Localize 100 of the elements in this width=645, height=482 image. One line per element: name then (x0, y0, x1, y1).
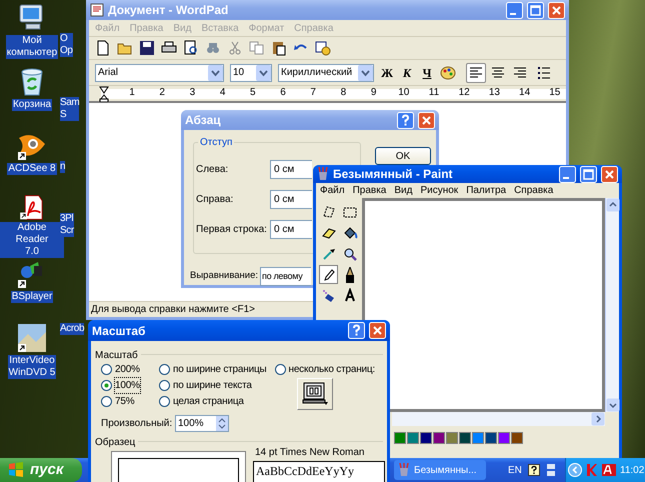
icon-label[interactable]: InterVideo WinDVD 5 (8, 355, 56, 379)
scissors-icon[interactable] (227, 40, 243, 56)
icon-label[interactable]: Sam S (60, 97, 80, 121)
scroll-up-icon[interactable] (606, 198, 620, 212)
align-left-icon (468, 64, 484, 80)
color-swatch[interactable] (472, 432, 484, 444)
binoculars-icon[interactable] (205, 40, 221, 56)
minimize-icon[interactable] (559, 166, 576, 183)
field-label: Справа: (196, 193, 234, 207)
ruler-number: 1 (129, 87, 135, 99)
menu-item[interactable]: Рисунок (420, 183, 458, 198)
color-swatch[interactable] (446, 432, 458, 444)
icon-label[interactable]: О Ор (60, 33, 73, 57)
picture-icon[interactable] (16, 322, 48, 354)
color-swatch[interactable] (511, 432, 523, 444)
field-label: Первая строка: (196, 223, 268, 237)
windows-logo-icon (8, 462, 24, 478)
monitor-icon (302, 382, 328, 406)
format-button[interactable]: Ж (380, 66, 394, 78)
ruler-number: 3 (190, 87, 196, 99)
bullet-list-icon[interactable] (536, 64, 552, 80)
chevron-left-icon[interactable] (568, 463, 582, 477)
language-indicator[interactable]: EN (508, 462, 522, 478)
color-swatch[interactable] (407, 432, 419, 444)
clipboard-icon[interactable] (271, 40, 287, 56)
sample-text: AaBbCcDdEeYyYy (253, 461, 385, 482)
menu-item[interactable]: Правка (352, 183, 386, 198)
icon-label[interactable]: ACDSee 8 (7, 163, 57, 175)
ruler-number: 6 (280, 87, 286, 99)
radio-button-icon (101, 380, 112, 391)
document-icon (90, 3, 104, 17)
close-icon[interactable] (601, 166, 618, 183)
multiple-pages-button[interactable] (297, 378, 333, 410)
color-swatch[interactable] (459, 432, 471, 444)
free-select-icon (320, 204, 336, 220)
close-icon[interactable] (548, 2, 565, 18)
ruler-number: 8 (340, 87, 346, 99)
scroll-down-icon[interactable] (606, 398, 620, 412)
field-label: Слева: (196, 163, 230, 177)
radio-button-icon (101, 364, 112, 375)
maximize-icon[interactable] (580, 166, 597, 183)
align-left-button[interactable] (466, 62, 486, 82)
tool-button[interactable] (319, 265, 338, 284)
text-field[interactable]: 0 см (270, 220, 312, 239)
window-title: Безымянный - Paint (333, 166, 454, 184)
palette-icon[interactable] (440, 64, 456, 80)
radio-option[interactable]: по ширине текста (159, 379, 266, 392)
color-swatch[interactable] (420, 432, 432, 444)
format-button[interactable]: Ч (420, 66, 434, 78)
icon-label[interactable]: BSplayer (10, 291, 54, 303)
text-field[interactable]: 0 см (270, 160, 312, 179)
menu-item[interactable]: Вид (394, 183, 412, 198)
menu-item[interactable]: Палитра (466, 183, 506, 198)
window-title: Абзац (185, 112, 222, 129)
window-title: Масштаб (92, 322, 146, 340)
close-icon[interactable] (369, 322, 386, 339)
script-dropdown[interactable]: Кириллический (278, 64, 374, 82)
close-icon[interactable] (418, 112, 435, 128)
icon-label[interactable]: Мой компьютер (6, 35, 58, 59)
maximize-icon[interactable] (527, 2, 544, 18)
new-file-icon[interactable] (95, 40, 111, 56)
ati-logo-icon[interactable] (602, 464, 616, 476)
help-icon[interactable] (528, 464, 540, 476)
calendar-clock-icon[interactable] (315, 40, 331, 56)
horizontal-scrollbar[interactable] (392, 412, 605, 426)
ok-button[interactable]: OK (375, 147, 431, 165)
radio-option[interactable]: по ширине страницы (159, 363, 266, 376)
radio-option[interactable]: несколько страниц: (274, 363, 376, 376)
icon-label[interactable]: 3Pl Scr (60, 213, 74, 237)
size-dropdown[interactable]: 10 (230, 64, 272, 82)
align-center-icon (490, 64, 506, 80)
radio-option[interactable]: 200% (101, 363, 151, 376)
icon-label[interactable]: n (60, 161, 66, 173)
paint-bucket-icon (342, 224, 358, 241)
minimize-icon[interactable] (506, 2, 523, 18)
text-field[interactable]: 0 см (270, 190, 312, 209)
color-swatch[interactable] (485, 432, 497, 444)
format-button[interactable]: К (400, 66, 414, 78)
radio-option[interactable]: 100% (101, 379, 151, 392)
vertical-scrollbar[interactable] (605, 198, 619, 412)
menu-item[interactable]: Файл (320, 183, 345, 198)
zoom-spinbox[interactable]: 100% (175, 415, 229, 432)
color-swatch[interactable] (498, 432, 510, 444)
taskbar-button[interactable]: Безымянны... (394, 460, 486, 480)
color-swatch[interactable] (433, 432, 445, 444)
start-button[interactable]: пуск (0, 458, 82, 482)
save-icon[interactable] (139, 40, 155, 56)
color-swatch[interactable] (394, 432, 406, 444)
print-preview-icon[interactable] (183, 40, 199, 56)
menu-item[interactable]: Справка (514, 183, 554, 198)
indent-marker-icon[interactable] (99, 86, 109, 102)
ruler-number: 5 (250, 87, 256, 99)
radio-option[interactable]: целая страница (159, 395, 266, 408)
copy-icon[interactable] (249, 40, 265, 56)
radio-option[interactable]: 75% (101, 395, 151, 408)
scroll-right-icon[interactable] (591, 412, 605, 426)
alignment-dropdown[interactable]: по левому (260, 267, 311, 286)
font-dropdown[interactable]: Arial (95, 64, 224, 82)
spin-arrows-icon[interactable] (216, 416, 228, 431)
icon-label[interactable]: Корзина (12, 99, 52, 111)
